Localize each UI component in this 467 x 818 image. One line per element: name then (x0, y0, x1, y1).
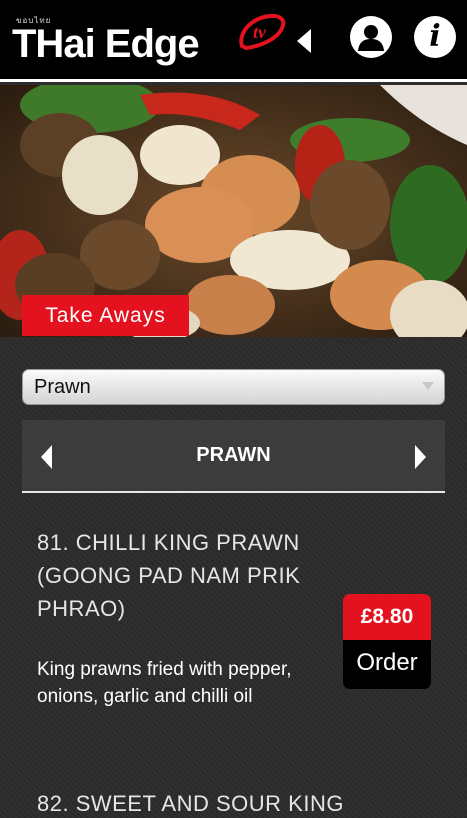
account-button[interactable] (350, 16, 392, 58)
order-label: Order (343, 640, 431, 689)
info-icon: i (429, 19, 441, 54)
app-logo[interactable]: ขอบไทย THai Edge tv (12, 13, 286, 70)
takeaway-tag: Take Aways (22, 295, 189, 336)
back-button[interactable] (292, 27, 316, 55)
next-category-button[interactable] (409, 444, 429, 470)
category-title: PRAWN (196, 444, 271, 466)
chevron-right-icon (415, 445, 426, 469)
dropdown-arrow-icon (422, 382, 434, 390)
menu-item-price: £8.80 (343, 594, 431, 640)
svg-text:tv: tv (253, 22, 267, 42)
info-button[interactable]: i (414, 16, 456, 58)
logo-text: THai Edge (12, 22, 200, 66)
menu-item-title: 81. CHILLI KING PRAWN (GOONG PAD NAM PRI… (37, 530, 301, 621)
top-bar: ขอบไทย THai Edge tv i (0, 0, 467, 82)
user-icon (358, 25, 384, 51)
category-select[interactable]: Prawn (22, 369, 445, 405)
menu-item-description: King prawns fried with pepper, onions, g… (37, 659, 292, 707)
menu-item-title: 82. SWEET AND SOUR KING (37, 791, 344, 816)
category-select-value: Prawn (34, 376, 91, 398)
logo-tv-icon: tv (239, 13, 286, 51)
order-button[interactable]: £8.80 Order (343, 594, 431, 689)
category-navigator: PRAWN (22, 420, 445, 493)
back-arrow-icon (297, 29, 311, 53)
menu-item: 81. CHILLI KING PRAWN (GOONG PAD NAM PRI… (22, 520, 445, 760)
